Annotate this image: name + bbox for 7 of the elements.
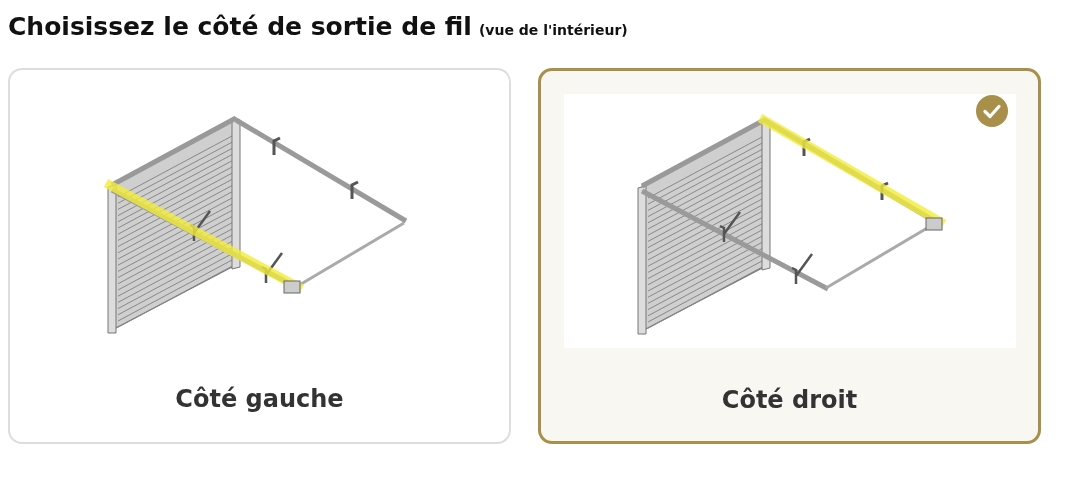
- option-card[interactable]: Côté gauche: [8, 68, 511, 444]
- title-note: (vue de l'intérieur): [478, 22, 628, 38]
- option-label: Côté droit: [721, 386, 858, 414]
- checkmark-icon: [975, 95, 1008, 127]
- option-card[interactable]: Côté droit: [538, 68, 1041, 444]
- option-label: Côté gauche: [175, 385, 344, 413]
- page-title: Choisissez le côté de sortie de fil: [8, 12, 472, 41]
